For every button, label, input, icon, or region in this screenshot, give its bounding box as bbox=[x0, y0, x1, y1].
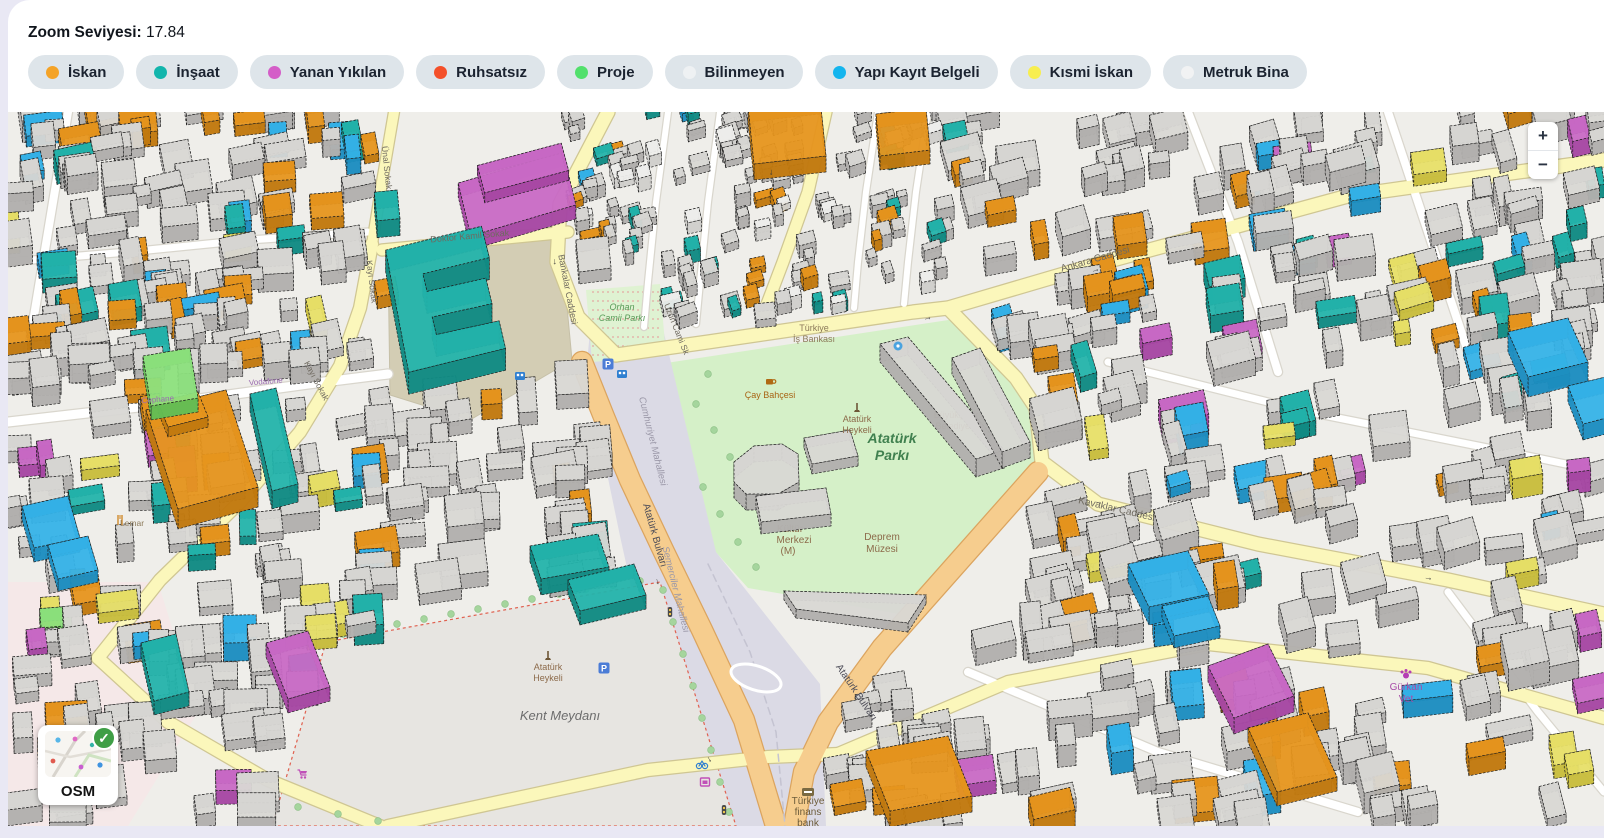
legend-item-yanan-yikilan[interactable]: Yanan Yıkılan bbox=[250, 55, 404, 89]
svg-text:Deprem: Deprem bbox=[864, 532, 900, 543]
svg-text:Türkiye: Türkiye bbox=[799, 323, 829, 333]
legend-dot-iskan bbox=[46, 66, 59, 79]
header: Zoom Seviyesi: 17.84 İskan İnşaat Yanan … bbox=[8, 0, 1604, 89]
map-canvas[interactable]: BüyükşehirBelediyesiKültürMerkezi(M)PP→→… bbox=[8, 112, 1604, 826]
legend-label: İnşaat bbox=[176, 64, 219, 81]
svg-text:(M): (M) bbox=[781, 546, 796, 557]
svg-text:Atatürk: Atatürk bbox=[866, 430, 917, 446]
legend-dot-yanan-yikilan bbox=[268, 66, 281, 79]
legend-dot-ruhsatsiz bbox=[434, 66, 447, 79]
svg-text:Kent Meydanı: Kent Meydanı bbox=[520, 708, 601, 723]
legend-item-ruhsatsiz[interactable]: Ruhsatsız bbox=[416, 55, 545, 89]
svg-text:Çay Bahçesi: Çay Bahçesi bbox=[745, 390, 796, 400]
layer-selected-check-icon: ✓ bbox=[92, 726, 116, 750]
legend-label: Yapı Kayıt Belgeli bbox=[855, 64, 980, 81]
legend-label: İskan bbox=[68, 64, 106, 81]
svg-text:Merkezi: Merkezi bbox=[776, 535, 811, 546]
legend-item-proje[interactable]: Proje bbox=[557, 55, 653, 89]
zoom-level-label: Zoom Seviyesi: bbox=[28, 24, 142, 41]
legend-dot-proje bbox=[575, 66, 588, 79]
legend-label: Bilinmeyen bbox=[705, 64, 785, 81]
legend: İskan İnşaat Yanan Yıkılan Ruhsatsız Pro… bbox=[28, 55, 1604, 89]
svg-text:Parkı: Parkı bbox=[875, 447, 909, 463]
map-zoom-control: + − bbox=[1528, 122, 1558, 179]
legend-item-insaat[interactable]: İnşaat bbox=[136, 55, 237, 89]
layer-label: OSM bbox=[38, 783, 118, 800]
zoom-out-button[interactable]: − bbox=[1528, 151, 1558, 179]
svg-text:→: → bbox=[1423, 571, 1434, 582]
app-card: Zoom Seviyesi: 17.84 İskan İnşaat Yanan … bbox=[8, 0, 1604, 826]
svg-text:İş Bankası: İş Bankası bbox=[793, 334, 835, 344]
svg-text:Müzesi: Müzesi bbox=[866, 544, 898, 555]
svg-text:Heykeli: Heykeli bbox=[533, 673, 563, 683]
legend-dot-metruk-bina bbox=[1181, 66, 1194, 79]
legend-label: Proje bbox=[597, 64, 635, 81]
legend-item-bilinmeyen[interactable]: Bilinmeyen bbox=[665, 55, 803, 89]
svg-text:Orhan: Orhan bbox=[609, 302, 634, 312]
legend-item-iskan[interactable]: İskan bbox=[28, 55, 124, 89]
svg-text:P: P bbox=[601, 664, 607, 674]
zoom-level-line: Zoom Seviyesi: 17.84 bbox=[28, 24, 1604, 42]
legend-dot-yapi-kayit-belgeli bbox=[833, 66, 846, 79]
legend-label: Ruhsatsız bbox=[456, 64, 527, 81]
layer-switcher[interactable]: ✓ OSM bbox=[38, 725, 118, 805]
map-container: BüyükşehirBelediyesiKültürMerkezi(M)PP→→… bbox=[8, 112, 1604, 826]
legend-label: Kısmi İskan bbox=[1050, 64, 1133, 81]
svg-text:Atatürk: Atatürk bbox=[843, 414, 872, 424]
svg-text:→: → bbox=[358, 167, 369, 177]
svg-text:Vet: Vet bbox=[1399, 694, 1414, 705]
legend-dot-insaat bbox=[154, 66, 167, 79]
svg-text:P: P bbox=[605, 360, 611, 370]
svg-text:Gürkan: Gürkan bbox=[1390, 682, 1423, 693]
svg-text:Lemar: Lemar bbox=[120, 518, 144, 528]
legend-dot-bilinmeyen bbox=[683, 66, 696, 79]
svg-text:→: → bbox=[767, 167, 778, 178]
legend-dot-kismi-iskan bbox=[1028, 66, 1041, 79]
legend-item-yapi-kayit-belgeli[interactable]: Yapı Kayıt Belgeli bbox=[815, 55, 998, 89]
svg-text:finans: finans bbox=[795, 807, 822, 818]
svg-text:Atatürk: Atatürk bbox=[534, 662, 563, 672]
svg-text:Heykeli: Heykeli bbox=[842, 425, 872, 435]
svg-text:Türkiye: Türkiye bbox=[792, 796, 825, 807]
legend-label: Metruk Bina bbox=[1203, 64, 1289, 81]
legend-item-kismi-iskan[interactable]: Kısmi İskan bbox=[1010, 55, 1151, 89]
svg-text:Camii Parkı: Camii Parkı bbox=[599, 313, 646, 323]
zoom-level-value: 17.84 bbox=[146, 24, 185, 41]
zoom-in-button[interactable]: + bbox=[1528, 122, 1558, 150]
legend-item-metruk-bina[interactable]: Metruk Bina bbox=[1163, 55, 1307, 89]
svg-text:bank: bank bbox=[797, 818, 820, 826]
legend-label: Yanan Yıkılan bbox=[290, 64, 386, 81]
